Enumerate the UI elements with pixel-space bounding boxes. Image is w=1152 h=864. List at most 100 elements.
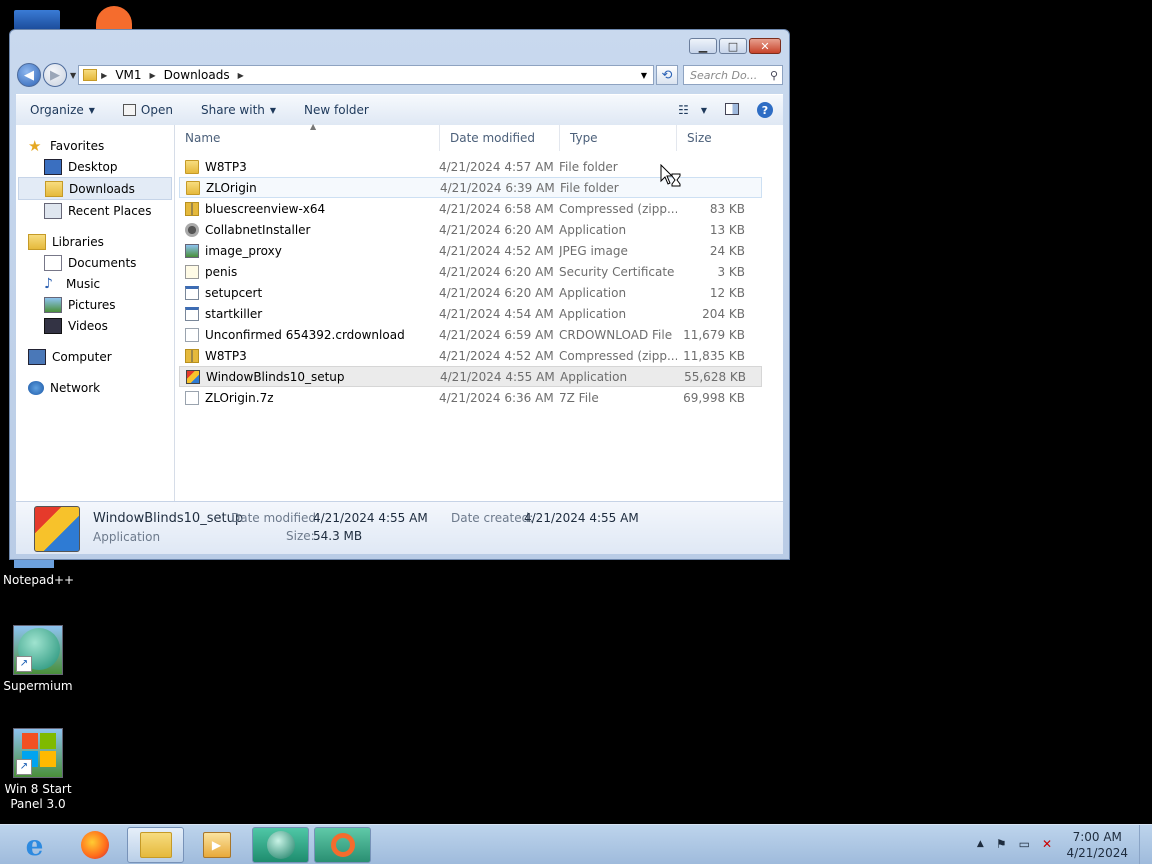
file-row[interactable]: startkiller 4/21/2024 4:54 AM Application 2… [179, 303, 762, 324]
supermium-icon: ↗ [13, 625, 63, 675]
file-row[interactable]: penis 4/21/2024 6:20 AM Security Certifica… [179, 261, 762, 282]
nav-recent-places[interactable]: Recent Places [16, 200, 174, 221]
address-dropdown-icon[interactable]: ▼ [635, 71, 653, 80]
file-type: Compressed (zipp... [559, 348, 677, 363]
network-tray-icon[interactable]: ▭ [1019, 837, 1030, 851]
file-date: 4/21/2024 6:39 AM [440, 180, 555, 195]
nav-favorites[interactable]: ★ Favorites [16, 135, 174, 156]
breadcrumb-vm1[interactable]: VM1 [115, 68, 141, 82]
caption-buttons: ▁ □ ✕ [689, 38, 781, 54]
minimize-button[interactable]: ▁ [689, 38, 717, 54]
taskbar-media-player[interactable]: ▶ [188, 827, 245, 863]
media-player-icon: ▶ [202, 832, 231, 858]
recent-places-icon [44, 202, 62, 219]
firefox-icon [80, 831, 109, 859]
file-name: WindowBlinds10_setup [206, 369, 345, 384]
nav-documents[interactable]: Documents [16, 252, 174, 273]
forward-button[interactable]: ▶ [43, 63, 67, 87]
nav-pictures[interactable]: Pictures [16, 294, 174, 315]
search-icon: ⚲ [769, 68, 778, 82]
desktop-icon-origin-partial[interactable] [96, 6, 132, 30]
new-folder-label: New folder [304, 103, 369, 117]
origin-icon [330, 833, 355, 857]
details-size-label: Size: [286, 529, 315, 543]
nav-downloads[interactable]: Downloads [18, 177, 172, 200]
breadcrumb-arrow-icon[interactable]: ▶ [238, 71, 244, 80]
clock[interactable]: 7:00 AM 4/21/2024 [1066, 829, 1128, 861]
back-button[interactable]: ◀ [17, 63, 41, 87]
recent-pages-dropdown-icon[interactable]: ▼ [70, 71, 76, 80]
nav-videos[interactable]: Videos [16, 315, 174, 336]
close-button[interactable]: ✕ [749, 38, 781, 54]
file-date: 4/21/2024 6:58 AM [439, 201, 554, 216]
maximize-button[interactable]: □ [719, 38, 747, 54]
cert-file-icon [185, 264, 199, 279]
show-desktop-button[interactable] [1139, 825, 1152, 864]
breadcrumb-arrow-icon[interactable]: ▶ [101, 71, 107, 80]
file-size: 11,679 KB [683, 327, 745, 342]
nav-libraries[interactable]: Libraries [16, 231, 174, 252]
details-size: 54.3 MB [313, 529, 363, 543]
nav-computer[interactable]: Computer [16, 346, 174, 367]
details-date-created: 4/21/2024 4:55 AM [524, 511, 639, 525]
file-row[interactable]: Unconfirmed 654392.crdownload 4/21/2024 6… [179, 324, 762, 345]
chevron-down-icon: ▼ [88, 105, 95, 115]
new-folder-button[interactable]: New folder [290, 103, 383, 117]
preview-pane-button[interactable] [725, 102, 739, 118]
nav-label: Computer [52, 349, 112, 364]
file-name-cell: startkiller [179, 306, 439, 321]
nav-desktop[interactable]: Desktop [16, 156, 174, 177]
column-date-modified[interactable]: Date modified [440, 125, 560, 151]
file-row[interactable]: bluescreenview-x64 4/21/2024 6:58 AM Compr… [179, 198, 762, 219]
file-type: CRDOWNLOAD File [559, 327, 673, 342]
taskbar-supermium[interactable] [252, 827, 309, 863]
command-bar: Organize ▼ Open Share with ▼ New folder ☷ ▼… [16, 94, 783, 126]
desktop-icon-label: Supermium [3, 679, 73, 693]
desktop-icon-computer-partial[interactable] [14, 10, 60, 30]
share-with-button[interactable]: Share with ▼ [187, 103, 290, 117]
search-input[interactable]: Search Do... ⚲ [683, 65, 783, 85]
file-row[interactable]: ZLOrigin.7z 4/21/2024 6:36 AM 7Z File 69,99… [179, 387, 762, 408]
address-bar[interactable]: ▶ VM1 ▶ Downloads ▶ ▼ [78, 65, 654, 85]
desktop-icon-win8-start-panel[interactable]: ↗ Win 8 Start Panel 3.0 [3, 728, 73, 812]
show-hidden-icons-button[interactable]: ▲ [977, 839, 984, 849]
column-size[interactable]: Size [677, 125, 757, 151]
taskbar-firefox[interactable] [66, 827, 123, 863]
organize-button[interactable]: Organize ▼ [16, 103, 109, 117]
file-row[interactable]: CollabnetInstaller 4/21/2024 6:20 AM Appli… [179, 219, 762, 240]
nav-music[interactable]: ♪ Music [16, 273, 174, 294]
refresh-button[interactable]: ⟲ [656, 65, 678, 85]
explorer-window[interactable]: ▁ □ ✕ ◀ ▶ ▼ ▶ VM1 ▶ Downloads ▶ ▼ ⟲ Sear… [9, 29, 790, 560]
taskbar-explorer[interactable] [127, 827, 184, 863]
desktop-icon-notepadpp[interactable]: Notepad++ [3, 573, 74, 588]
nav-label: Libraries [52, 234, 104, 249]
volume-muted-icon[interactable]: ✕ [1042, 837, 1052, 851]
file-row[interactable]: W8TP3 4/21/2024 4:52 AM Compressed (zipp..… [179, 345, 762, 366]
action-center-flag-icon[interactable]: ⚑ [996, 837, 1007, 851]
taskbar-internet-explorer[interactable]: e [6, 827, 63, 863]
file-row[interactable]: setupcert 4/21/2024 6:20 AM Application 12 … [179, 282, 762, 303]
desktop-icon-supermium[interactable]: ↗ Supermium [3, 625, 73, 694]
breadcrumb-downloads[interactable]: Downloads [164, 68, 230, 82]
file-date: 4/21/2024 6:36 AM [439, 390, 554, 405]
help-icon[interactable]: ? [757, 102, 773, 118]
breadcrumb-arrow-icon[interactable]: ▶ [150, 71, 156, 80]
open-button[interactable]: Open [109, 103, 187, 117]
file-row[interactable]: WindowBlinds10_setup 4/21/2024 4:55 AM App… [179, 366, 762, 387]
clock-time: 7:00 AM [1072, 830, 1122, 844]
file-name: setupcert [205, 285, 263, 300]
folder-location-icon [83, 69, 98, 81]
column-type[interactable]: Type [560, 125, 677, 151]
taskbar-origin[interactable] [314, 827, 371, 863]
file-type: Security Certificate [559, 264, 675, 279]
change-view-button[interactable]: ☷ ▼ [678, 103, 707, 117]
search-placeholder: Search Do... [690, 68, 758, 82]
organize-label: Organize [30, 103, 84, 117]
file-type: Compressed (zipp... [559, 201, 677, 216]
file-row[interactable]: image_proxy 4/21/2024 4:52 AM JPEG image 24… [179, 240, 762, 261]
nav-network[interactable]: Network [16, 377, 174, 398]
file-name: startkiller [205, 306, 263, 321]
mouse-cursor-icon [660, 163, 682, 191]
zip-file-icon [185, 201, 199, 216]
column-name[interactable]: Name [175, 125, 440, 151]
